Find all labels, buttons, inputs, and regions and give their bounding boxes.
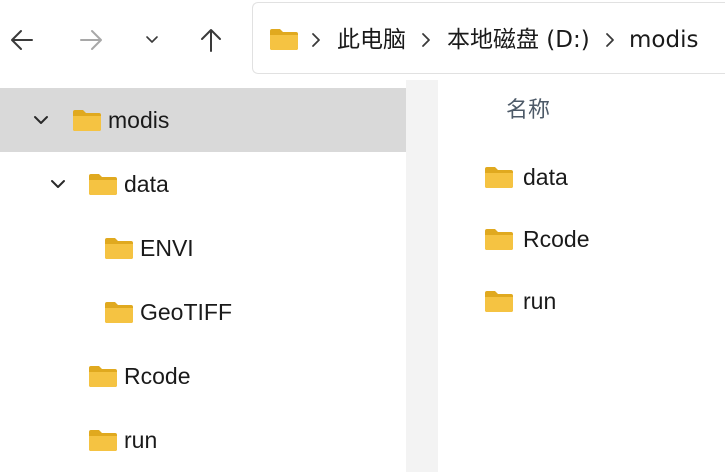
- tree-item-data[interactable]: data: [0, 152, 406, 216]
- chevron-down-icon[interactable]: [33, 113, 49, 127]
- chevron-down-icon: [146, 36, 158, 43]
- folder-icon: [89, 430, 117, 451]
- folder-icon: [485, 291, 513, 312]
- tree-item-label: data: [124, 171, 169, 197]
- chevron-right-icon: [312, 33, 320, 47]
- folder-icon: [73, 110, 101, 131]
- forward-button[interactable]: [73, 20, 109, 60]
- arrow-right-icon: [80, 30, 102, 50]
- folder-icon: [89, 174, 117, 195]
- folder-icon: [89, 366, 117, 387]
- navigation-pane: modis data ENVI GeoTIFF Rcode run: [0, 80, 406, 472]
- folder-icon: [270, 29, 298, 50]
- list-item[interactable]: run: [438, 272, 725, 328]
- list-item-label: Rcode: [523, 226, 590, 252]
- arrow-up-icon: [201, 29, 221, 52]
- pane-splitter[interactable]: [406, 80, 438, 472]
- chevron-down-icon[interactable]: [50, 177, 66, 191]
- recent-locations-button[interactable]: [134, 20, 170, 60]
- folder-icon: [485, 167, 513, 188]
- breadcrumb-local-disk[interactable]: 本地磁盘 (D:): [447, 25, 590, 55]
- tree-item-envi[interactable]: ENVI: [0, 216, 406, 280]
- up-button[interactable]: [193, 20, 229, 60]
- tree-item-run[interactable]: run: [0, 408, 406, 472]
- list-item-label: run: [523, 288, 557, 314]
- tree-item-geotiff[interactable]: GeoTIFF: [0, 280, 406, 344]
- list-item[interactable]: data: [438, 148, 725, 204]
- breadcrumb-this-pc[interactable]: 此电脑: [337, 25, 406, 55]
- tree-item-label: GeoTIFF: [140, 299, 233, 325]
- list-item-label: data: [523, 164, 568, 190]
- breadcrumb-modis[interactable]: modis: [629, 25, 698, 55]
- folder-icon: [105, 302, 133, 323]
- column-header-name[interactable]: 名称: [506, 96, 550, 126]
- tree-item-label: Rcode: [124, 363, 191, 389]
- tree-item-label: modis: [108, 107, 170, 133]
- file-list: 名称 data Rcode run: [438, 80, 725, 472]
- tree-item-modis[interactable]: modis: [0, 88, 406, 152]
- tree-item-rcode[interactable]: Rcode: [0, 344, 406, 408]
- navigation-toolbar: 此电脑 本地磁盘 (D:) modis: [0, 0, 725, 80]
- address-bar[interactable]: 此电脑 本地磁盘 (D:) modis: [252, 2, 725, 74]
- folder-icon: [105, 238, 133, 259]
- list-item[interactable]: Rcode: [438, 210, 725, 266]
- tree-item-label: ENVI: [140, 235, 194, 261]
- arrow-left-icon: [11, 30, 33, 50]
- chevron-right-icon: [422, 33, 430, 47]
- chevron-right-icon: [606, 33, 614, 47]
- folder-icon: [485, 229, 513, 250]
- tree-item-label: run: [124, 427, 158, 453]
- back-button[interactable]: [4, 20, 40, 60]
